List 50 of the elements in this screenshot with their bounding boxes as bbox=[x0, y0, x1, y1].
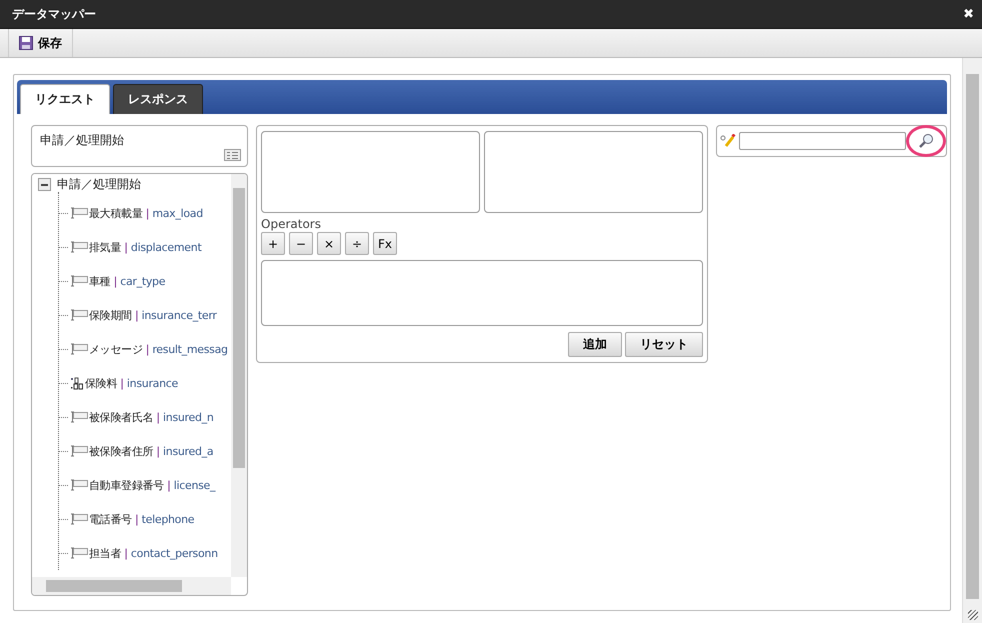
text-field-icon bbox=[70, 343, 88, 355]
close-button[interactable]: ✖ bbox=[963, 8, 974, 20]
tree-item[interactable]: メッセージ | result_messag bbox=[89, 342, 228, 356]
text-field-icon bbox=[70, 513, 88, 525]
input-field[interactable] bbox=[484, 131, 703, 213]
tree-item[interactable]: 排気量 | displacement bbox=[89, 240, 202, 254]
collapse-icon[interactable] bbox=[38, 178, 51, 190]
search-icon bbox=[918, 133, 934, 149]
action-button[interactable]: 追加 bbox=[568, 332, 622, 357]
decimal-icon bbox=[70, 376, 84, 390]
operator-button[interactable]: + bbox=[261, 232, 285, 255]
text-field-icon bbox=[70, 309, 88, 321]
tree-item[interactable]: 最大積載量 | max_load bbox=[89, 206, 203, 220]
horizontal-scrollbar[interactable] bbox=[32, 577, 231, 595]
tab[interactable]: レスポンス bbox=[113, 84, 203, 114]
operators-label: Operators bbox=[261, 217, 322, 231]
text-field-icon bbox=[70, 241, 88, 253]
operator-button[interactable]: ÷ bbox=[345, 232, 369, 255]
search-button[interactable] bbox=[909, 128, 943, 154]
text-field-icon bbox=[70, 445, 88, 457]
header-text: 申請／処理開始 bbox=[40, 133, 124, 147]
save-button[interactable]: 保存 bbox=[8, 29, 73, 57]
tree-item[interactable]: 被保険者住所 | insured_a bbox=[89, 444, 214, 458]
operator-button[interactable]: × bbox=[317, 232, 341, 255]
text-field-icon bbox=[70, 547, 88, 559]
tree-item[interactable]: 電話番号 | telephone bbox=[89, 512, 194, 526]
search-field[interactable] bbox=[739, 132, 906, 150]
tree-item[interactable]: 被保険者氏名 | insured_n bbox=[89, 410, 214, 424]
tab[interactable]: リクエスト bbox=[20, 84, 110, 114]
expression-field[interactable] bbox=[261, 260, 703, 326]
vertical-scrollbar[interactable] bbox=[231, 174, 247, 577]
text-field-icon bbox=[70, 207, 88, 219]
tree-item[interactable]: 保険料 | insurance bbox=[85, 376, 178, 390]
window-title: データマッパー bbox=[12, 6, 96, 22]
pencil-icon bbox=[720, 134, 736, 148]
text-field-icon bbox=[70, 275, 88, 287]
tree-item[interactable]: 保険期間 | insurance_terr bbox=[89, 308, 217, 322]
operator-button[interactable]: Fx bbox=[373, 232, 397, 255]
resize-grip-icon[interactable] bbox=[968, 610, 978, 620]
text-field-icon bbox=[70, 479, 88, 491]
action-button[interactable]: リセット bbox=[625, 332, 703, 357]
list-icon[interactable] bbox=[224, 149, 241, 161]
vertical-scrollbar[interactable] bbox=[962, 58, 982, 623]
text-field-icon bbox=[70, 411, 88, 423]
tree-item[interactable]: 車種 | car_type bbox=[89, 274, 166, 288]
tree-item[interactable]: 申請／処理開始 bbox=[57, 176, 141, 192]
input-field[interactable] bbox=[261, 131, 480, 213]
tree-item[interactable]: 担当者 | contact_personn bbox=[89, 546, 218, 560]
operator-button[interactable]: − bbox=[289, 232, 313, 255]
tree-item[interactable]: 自動車登録番号 | license_ bbox=[89, 478, 216, 492]
